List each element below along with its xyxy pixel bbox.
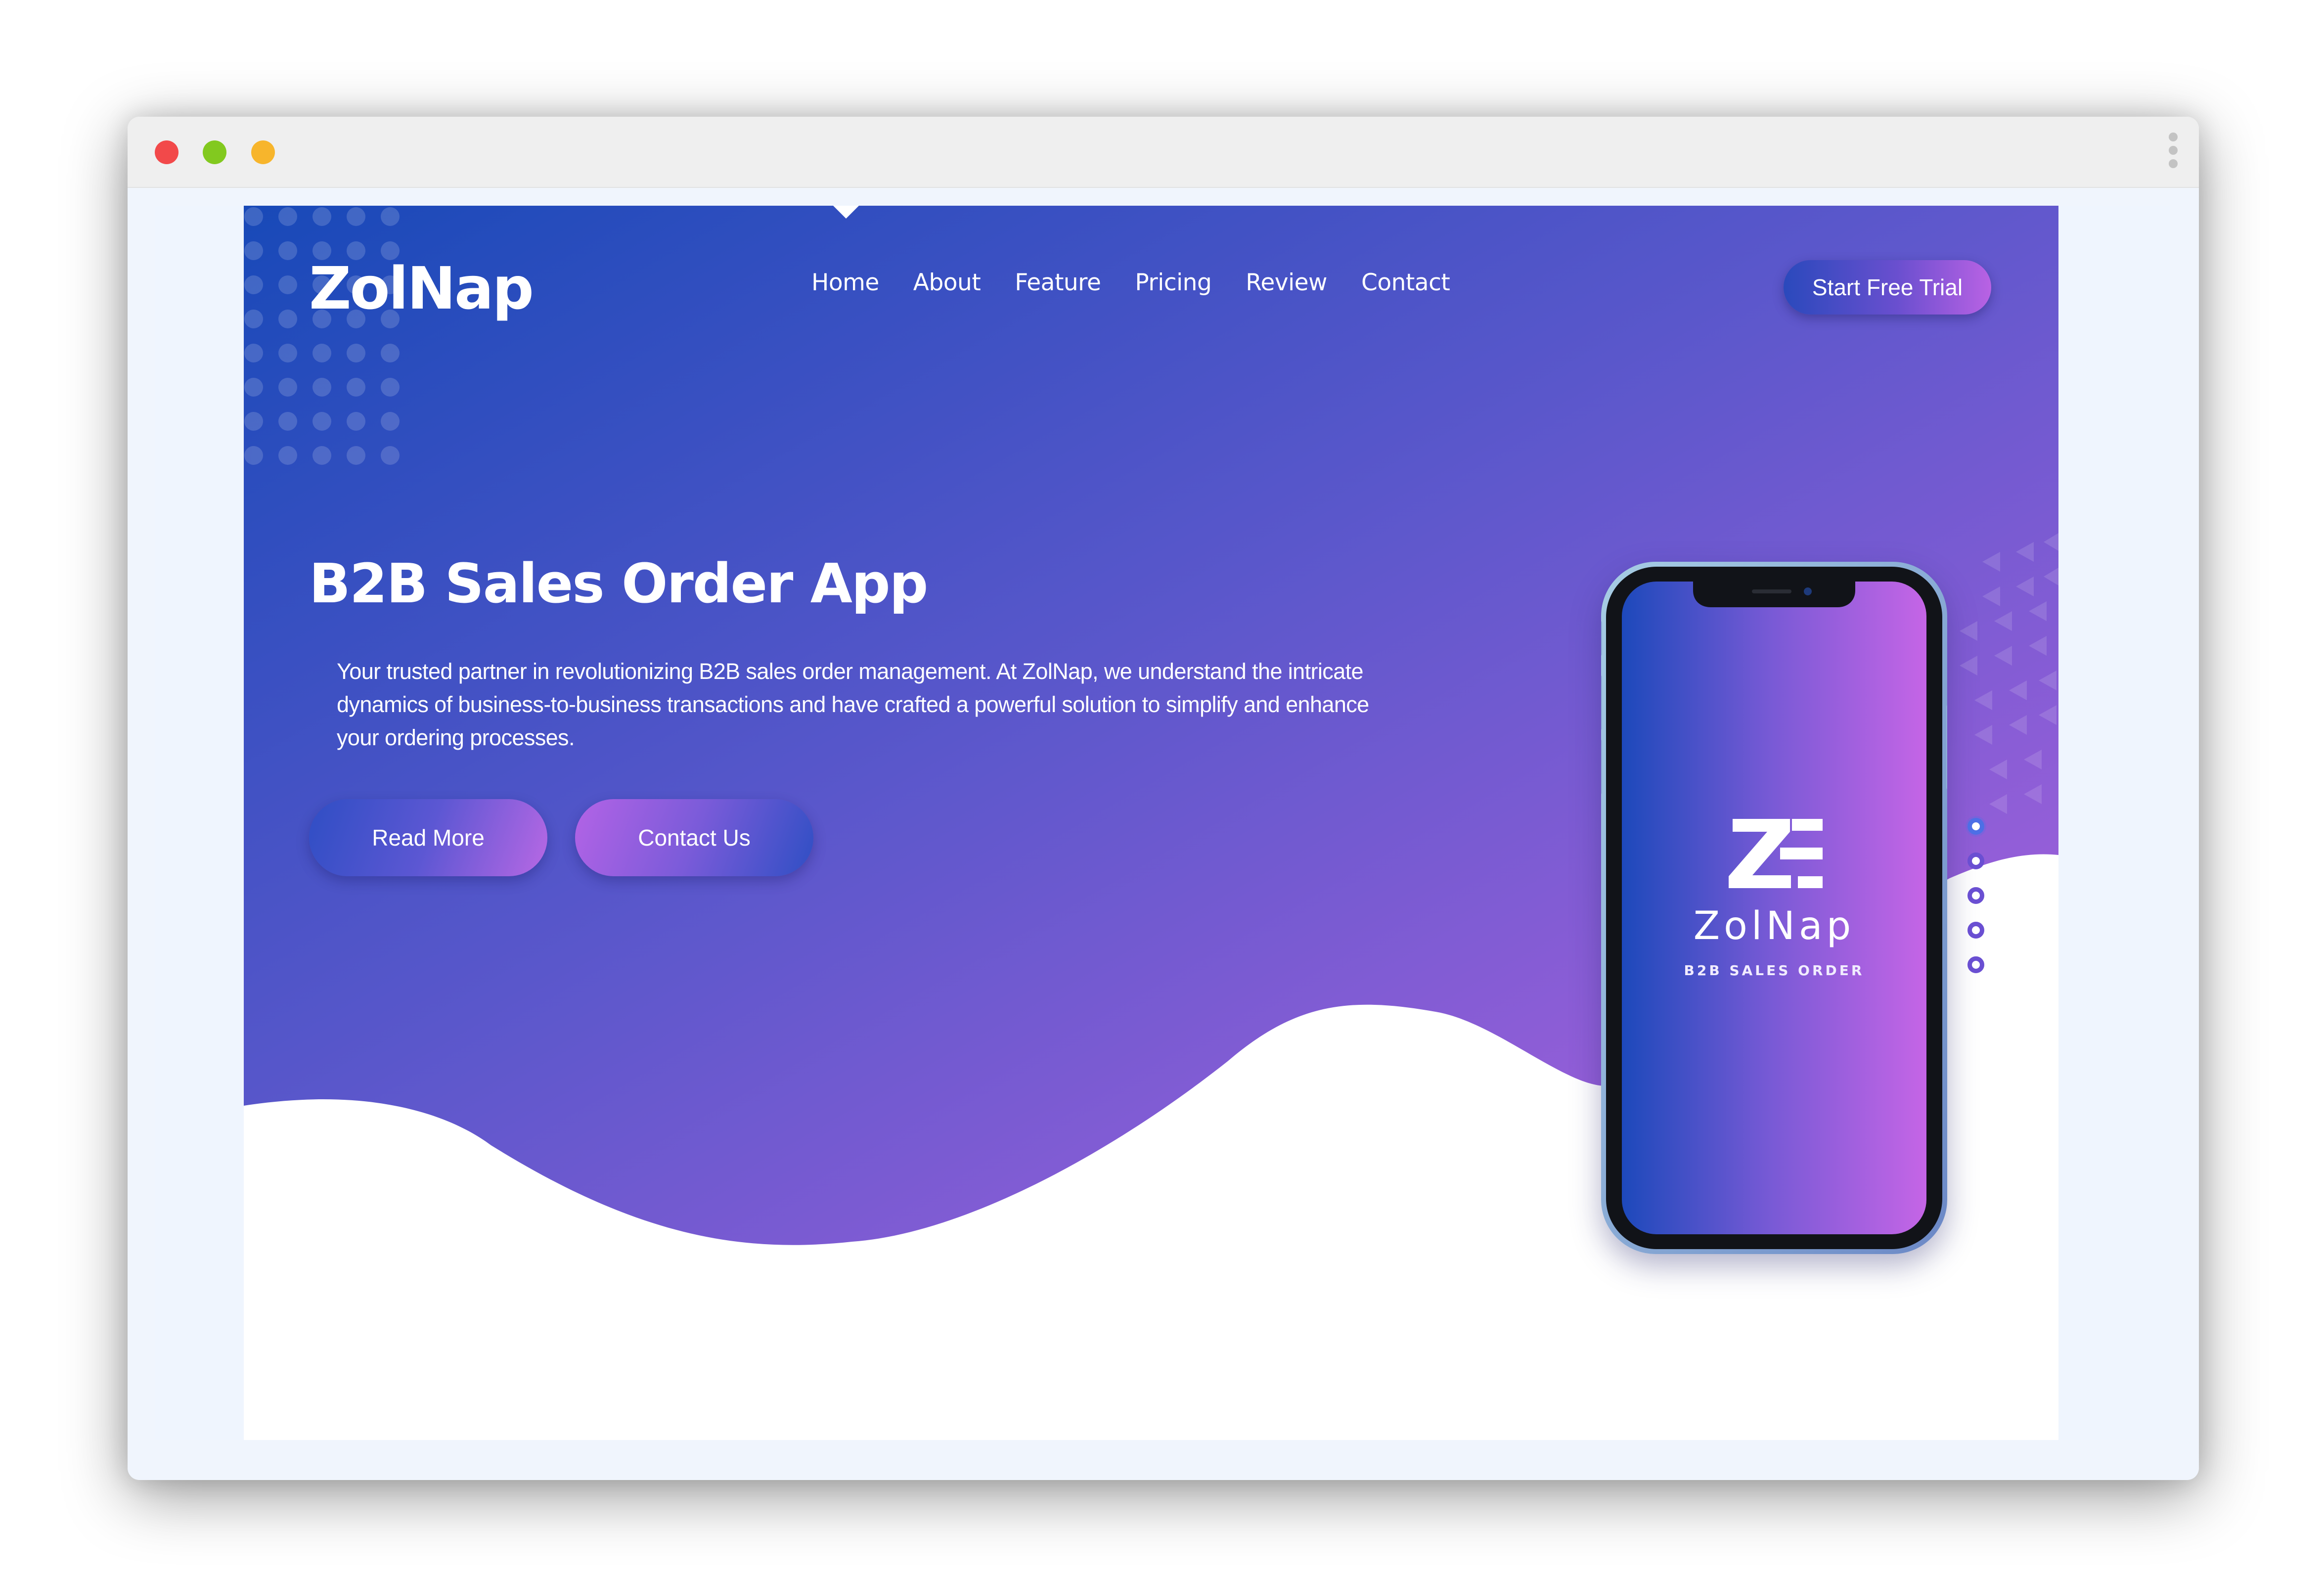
close-window-button[interactable]	[155, 140, 179, 164]
landing-page: ZolNap Home About Feature Pricing Review…	[244, 206, 2058, 1440]
slider-pagination	[1967, 818, 1989, 991]
nav-link-contact[interactable]: Contact	[1361, 269, 1450, 296]
nav-link-pricing[interactable]: Pricing	[1135, 269, 1211, 296]
slider-dot-3[interactable]	[1967, 887, 1984, 904]
browser-viewport: ZolNap Home About Feature Pricing Review…	[155, 206, 2170, 1440]
hero-description: Your trusted partner in revolutionizing …	[337, 659, 1369, 750]
contact-us-button[interactable]: Contact Us	[575, 799, 813, 876]
minimize-window-button[interactable]	[203, 140, 226, 164]
phone-app-name: ZolNap	[1693, 904, 1855, 948]
nav-link-home[interactable]: Home	[811, 269, 879, 296]
browser-titlebar	[128, 117, 2199, 188]
site-logo[interactable]: ZolNap	[309, 254, 534, 322]
read-more-button[interactable]: Read More	[309, 799, 547, 876]
zolnap-app-logo-icon	[1729, 819, 1823, 888]
slider-dot-2[interactable]	[1967, 853, 1984, 869]
hero-title: B2B Sales Order App	[309, 552, 928, 615]
slider-dot-4[interactable]	[1967, 922, 1984, 939]
phone-app-tagline: B2B SALES ORDER	[1684, 962, 1865, 979]
nav-link-feature[interactable]: Feature	[1015, 269, 1101, 296]
slider-dot-5[interactable]	[1967, 956, 1984, 973]
start-free-trial-button[interactable]: Start Free Trial	[1784, 260, 1991, 315]
browser-window: ZolNap Home About Feature Pricing Review…	[128, 117, 2199, 1480]
kebab-menu-icon[interactable]	[2167, 133, 2179, 174]
active-nav-indicator	[833, 206, 859, 219]
main-navigation: Home About Feature Pricing Review Contac…	[811, 269, 1450, 296]
slider-dot-1[interactable]	[1967, 818, 1984, 835]
nav-link-about[interactable]: About	[913, 269, 981, 296]
maximize-window-button[interactable]	[251, 140, 275, 164]
nav-link-review[interactable]: Review	[1246, 269, 1327, 296]
phone-notch	[1693, 582, 1855, 607]
